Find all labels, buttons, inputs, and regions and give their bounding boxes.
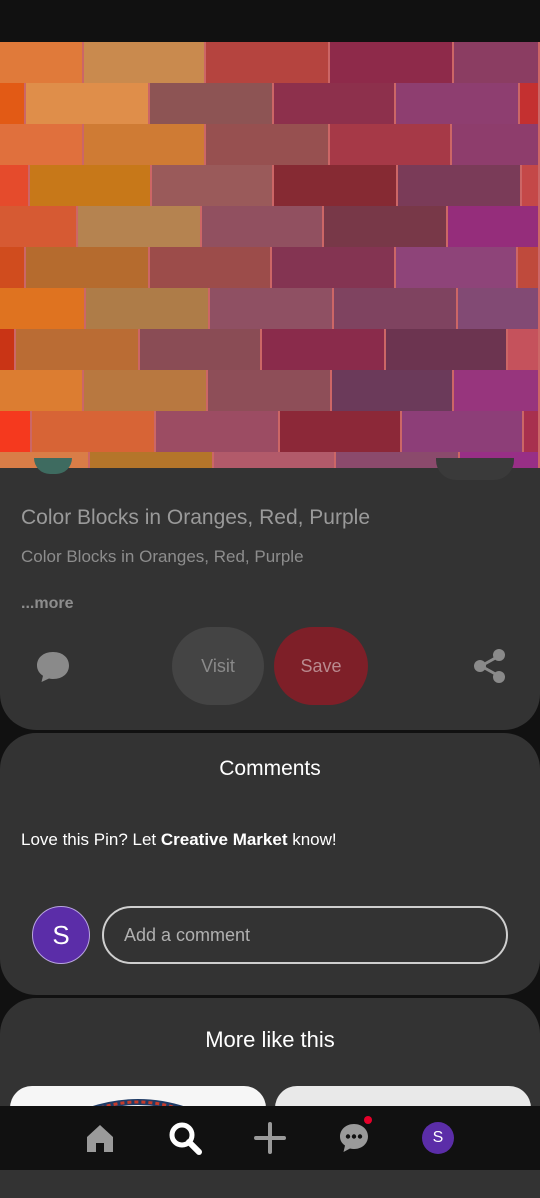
color-block (84, 370, 206, 411)
color-block (508, 329, 538, 370)
color-block (202, 206, 322, 247)
share-icon[interactable] (470, 646, 510, 686)
comments-prompt-suffix: know! (287, 830, 337, 849)
color-block (332, 370, 452, 411)
color-block (324, 206, 446, 247)
color-block (26, 247, 148, 288)
color-block (402, 411, 522, 452)
color-block (330, 124, 450, 165)
home-icon[interactable] (80, 1118, 120, 1158)
follow-button[interactable] (436, 458, 514, 480)
color-block (0, 83, 24, 124)
comment-bubble-icon[interactable] (32, 647, 74, 687)
color-block (520, 83, 538, 124)
messages-icon[interactable] (334, 1118, 374, 1158)
color-block (206, 124, 328, 165)
color-block (524, 411, 538, 452)
color-block (458, 288, 538, 329)
color-block (454, 42, 538, 83)
color-block (334, 288, 456, 329)
color-block (398, 165, 520, 206)
color-block (78, 206, 200, 247)
color-block (150, 83, 272, 124)
color-block (208, 370, 330, 411)
comments-title: Comments (219, 757, 321, 780)
pin-description: Color Blocks in Oranges, Red, Purple (21, 547, 304, 566)
status-bar (0, 0, 540, 42)
color-block (396, 247, 516, 288)
user-avatar[interactable]: S (32, 906, 90, 964)
color-block (454, 370, 538, 411)
color-block (150, 247, 270, 288)
color-block (262, 329, 384, 370)
color-block (32, 411, 154, 452)
creator-name-link[interactable]: Creative Market (161, 830, 288, 849)
visit-button[interactable]: Visit (172, 627, 264, 705)
color-block (0, 206, 76, 247)
search-icon[interactable] (165, 1118, 205, 1158)
pin-image[interactable] (0, 42, 540, 470)
notification-dot (364, 1116, 372, 1124)
color-block (0, 370, 82, 411)
plus-icon[interactable] (250, 1118, 290, 1158)
color-block (86, 288, 208, 329)
pin-title: Color Blocks in Oranges, Red, Purple (21, 506, 370, 529)
color-block (274, 83, 394, 124)
profile-tab[interactable]: S (418, 1118, 458, 1158)
more-link[interactable]: ...more (21, 595, 73, 613)
color-block (0, 288, 84, 329)
color-block (0, 411, 30, 452)
color-block (0, 247, 24, 288)
color-block (272, 247, 394, 288)
color-block (84, 42, 204, 83)
color-block (0, 124, 82, 165)
color-block (16, 329, 138, 370)
color-block (152, 165, 272, 206)
profile-avatar: S (422, 1122, 454, 1154)
color-block (452, 124, 538, 165)
comments-prompt-prefix: Love this Pin? Let (21, 830, 161, 849)
color-block (0, 165, 28, 206)
color-block (274, 165, 396, 206)
color-block (140, 329, 260, 370)
comment-input[interactable] (102, 906, 508, 964)
color-block (0, 329, 14, 370)
color-block (30, 165, 150, 206)
color-block (386, 329, 506, 370)
comments-prompt: Love this Pin? Let Creative Market know! (21, 830, 337, 850)
color-block (0, 42, 82, 83)
color-block (522, 165, 538, 206)
more-like-this-title: More like this (205, 1027, 335, 1052)
color-block (156, 411, 278, 452)
color-block (84, 124, 204, 165)
color-block (518, 247, 538, 288)
color-block (330, 42, 452, 83)
color-block (448, 206, 538, 247)
color-block (210, 288, 332, 329)
color-block (396, 83, 518, 124)
save-button[interactable]: Save (274, 627, 368, 705)
color-block (206, 42, 328, 83)
color-block (280, 411, 400, 452)
color-block (26, 83, 148, 124)
